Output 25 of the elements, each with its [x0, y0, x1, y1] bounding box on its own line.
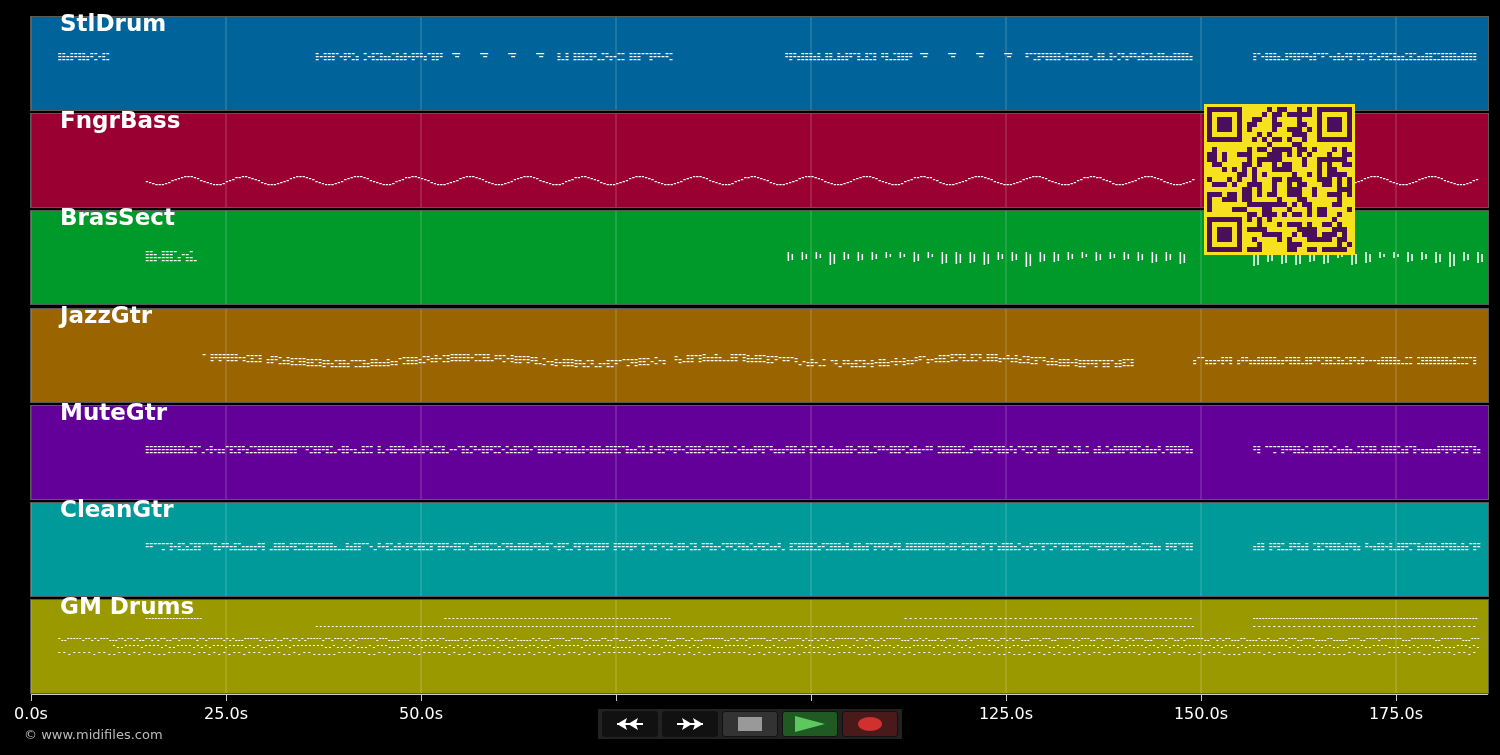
stop-icon: [738, 717, 762, 731]
time-tick-label: 125.0s: [978, 704, 1034, 723]
copyright-text: © www.midifiles.com: [24, 727, 163, 742]
qr-code-icon: [1204, 104, 1355, 255]
fast-forward-icon: [675, 716, 705, 732]
record-button[interactable]: [842, 711, 898, 737]
track-name: JazzGtr: [60, 301, 153, 328]
rewind-button[interactable]: [602, 711, 658, 737]
time-tick-label: 150.0s: [1173, 704, 1229, 723]
rewind-icon: [615, 716, 645, 732]
track-name: BrasSect: [60, 204, 175, 231]
track-name: GM Drums: [60, 593, 195, 620]
track-name: CleanGtr: [60, 495, 174, 522]
time-tick-label: 50.0s: [399, 704, 443, 723]
time-tick-label: 0.0s: [14, 704, 48, 723]
track-name: MuteGtr: [60, 398, 168, 425]
record-icon: [858, 717, 882, 731]
play-icon: [795, 716, 825, 732]
time-tick-label: 25.0s: [204, 704, 248, 723]
fast-forward-button[interactable]: [662, 711, 718, 737]
time-tick-label: 175.0s: [1368, 704, 1424, 723]
play-button[interactable]: [782, 711, 838, 737]
track-name: StlDrum: [60, 10, 167, 36]
track-name: FngrBass: [60, 107, 181, 134]
stop-button[interactable]: [722, 711, 778, 737]
